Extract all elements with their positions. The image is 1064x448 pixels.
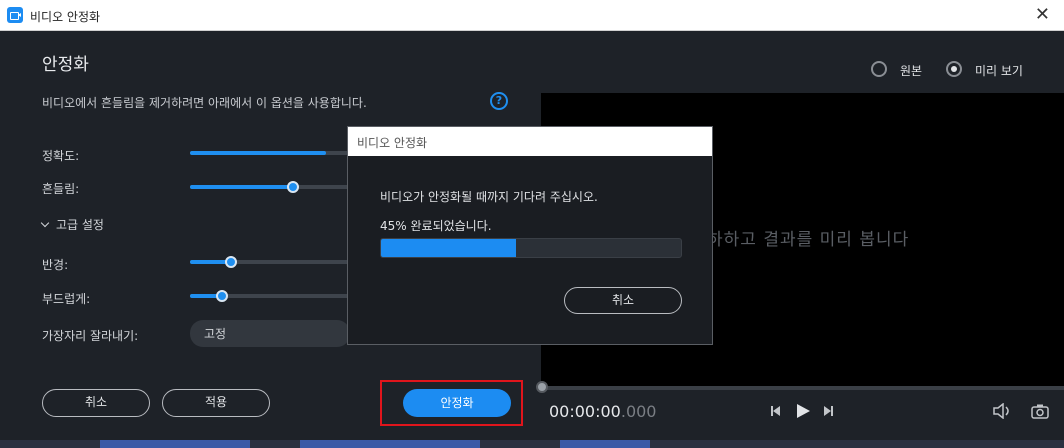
chevron-down-icon: [40, 218, 50, 228]
dialog-cancel-button[interactable]: 취소: [564, 287, 682, 314]
radius-slider-thumb[interactable]: [225, 256, 237, 268]
radius-label: 반경:: [42, 258, 69, 272]
timeline-playhead[interactable]: [536, 381, 548, 393]
dialog-titlebar: 비디오 안정화: [348, 127, 712, 156]
shake-slider[interactable]: [190, 181, 350, 193]
smooth-slider-thumb[interactable]: [216, 290, 228, 302]
timecode: 00:00:00.000: [549, 402, 656, 421]
dialog-message: 비디오가 안정화될 때까지 기다려 주십시오.: [380, 190, 598, 204]
crop-label: 가장자리 잘라내기:: [42, 329, 139, 343]
shake-slider-thumb[interactable]: [287, 181, 299, 193]
crop-select[interactable]: 고정: [190, 320, 350, 347]
prev-frame-icon[interactable]: [769, 404, 783, 418]
panel-title: 안정화: [42, 55, 89, 75]
dialog-title: 비디오 안정화: [357, 136, 428, 150]
strip-segment: [300, 440, 480, 448]
camera-icon[interactable]: [1031, 403, 1049, 419]
cancel-button[interactable]: 취소: [42, 389, 150, 417]
volume-icon[interactable]: [992, 403, 1014, 419]
accuracy-slider-fill: [190, 151, 326, 155]
video-camera-icon: [7, 7, 23, 23]
original-radio[interactable]: [871, 61, 887, 77]
accuracy-slider[interactable]: [190, 151, 350, 155]
next-frame-icon[interactable]: [821, 404, 835, 418]
bottom-timeline-strip: [0, 440, 1064, 448]
shake-slider-fill: [190, 185, 293, 189]
window-title: 비디오 안정화: [30, 10, 101, 24]
radius-slider[interactable]: [190, 256, 350, 268]
smooth-label: 부드럽게:: [42, 292, 91, 306]
original-radio-label: 원본: [900, 64, 923, 78]
strip-segment: [100, 440, 250, 448]
advanced-settings-toggle[interactable]: 고급 설정: [40, 216, 104, 233]
panel-description: 비디오에서 흔들림을 제거하려면 아래에서 이 옵션을 사용합니다.: [42, 96, 367, 110]
timecode-ms: .000: [620, 402, 657, 421]
smooth-slider[interactable]: [190, 290, 350, 302]
close-icon[interactable]: ✕: [1035, 5, 1050, 25]
help-icon[interactable]: ?: [490, 92, 508, 110]
strip-segment: [560, 440, 650, 448]
timeline-track[interactable]: [536, 381, 1064, 393]
accuracy-label: 정확도:: [42, 149, 80, 163]
shake-label: 흔들림:: [42, 182, 80, 196]
timecode-main: 00:00:00: [549, 402, 621, 421]
dialog-percent: 45% 완료되었습니다.: [380, 219, 492, 233]
preview-radio[interactable]: [946, 61, 962, 77]
apply-button[interactable]: 적용: [162, 389, 270, 417]
preview-hint: 하하고 결과를 미리 봅니다: [707, 230, 910, 250]
advanced-settings-label: 고급 설정: [56, 218, 104, 232]
preview-radio-label: 미리 보기: [975, 64, 1023, 78]
progress-bar: [380, 238, 682, 258]
progress-dialog: 비디오 안정화 비디오가 안정화될 때까지 기다려 주십시오. 45% 완료되었…: [347, 126, 713, 345]
window-titlebar: 비디오 안정화 ✕: [0, 0, 1064, 31]
play-icon[interactable]: [794, 402, 812, 420]
highlight-box: [380, 380, 523, 426]
progress-bar-fill: [381, 239, 516, 257]
